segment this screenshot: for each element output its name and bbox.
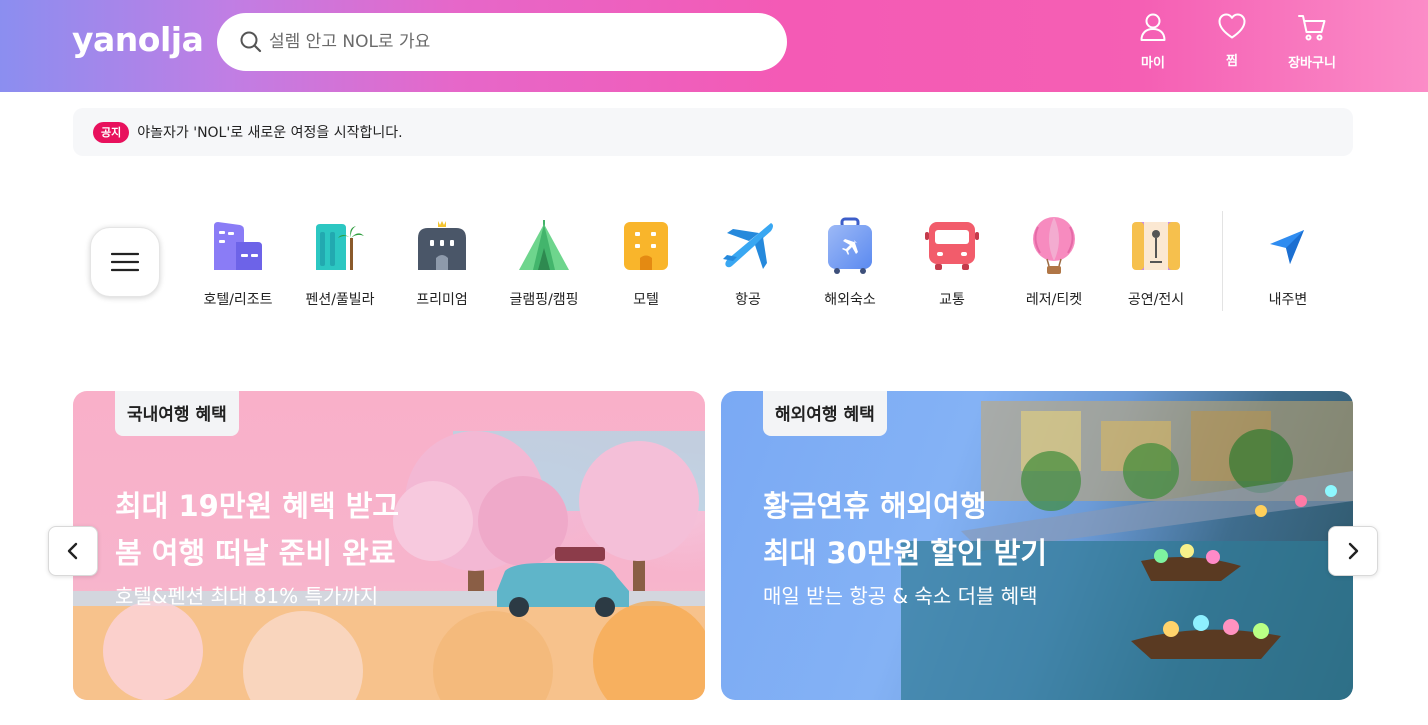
category-flight[interactable]: 항공: [698, 216, 798, 309]
banner-headline-line2: 최대 30만원 할인 받기: [763, 536, 1048, 570]
search-bar[interactable]: [217, 13, 787, 71]
pension-icon: [316, 224, 364, 270]
heart-icon: [1218, 13, 1246, 39]
location-arrow-icon: [1270, 230, 1304, 264]
bus-icon: [925, 222, 979, 270]
category-label: 내주변: [1268, 292, 1308, 308]
motel-icon: [624, 222, 668, 270]
category-label: 호텔/리조트: [203, 292, 273, 308]
wishlist-label: 찜: [1226, 54, 1238, 69]
banner-tag: 국내여행 혜택: [115, 391, 239, 436]
banner-headline: 황금연휴 해외여행 최대 30만원 할인 받기: [763, 483, 1047, 577]
category-hotel-resort[interactable]: 호텔/리조트: [188, 216, 288, 309]
user-icon: [1140, 13, 1166, 41]
cart-icon: [1298, 15, 1326, 41]
category-leisure-ticket[interactable]: 레저/티켓: [1004, 216, 1104, 309]
category-label: 교통: [939, 292, 965, 308]
category-premium[interactable]: 프리미엄: [392, 216, 492, 309]
category-glamping-camping[interactable]: 글램핑/캠핑: [494, 216, 594, 309]
hotel-icon: [214, 222, 262, 270]
banner-tag: 해외여행 혜택: [763, 391, 887, 436]
microphone-icon: [1132, 222, 1180, 270]
cart-label: 장바구니: [1288, 56, 1336, 71]
cart-button[interactable]: 장바구니: [1277, 12, 1347, 78]
category-label: 프리미엄: [416, 292, 468, 308]
category-performance-exhibition[interactable]: 공연/전시: [1106, 216, 1206, 309]
suitcase-icon: [828, 217, 872, 274]
category-label: 공연/전시: [1127, 292, 1185, 308]
category-nearby[interactable]: 내주변: [1238, 216, 1338, 309]
category-label: 펜션/풀빌라: [305, 292, 375, 308]
promo-banner-overseas[interactable]: 해외여행 혜택 황금연휴 해외여행 최대 30만원 할인 받기 매일 받는 항공…: [721, 391, 1353, 700]
hamburger-menu-icon: [111, 252, 139, 272]
category-divider: [1222, 211, 1223, 311]
my-page-label: 마이: [1141, 56, 1165, 71]
banner-subtitle: 호텔&펜션 최대 81% 특가까지: [115, 584, 379, 608]
my-page-button[interactable]: 마이: [1118, 12, 1188, 78]
yanolja-logo[interactable]: yanolja: [72, 20, 204, 59]
category-motel[interactable]: 모텔: [596, 216, 696, 309]
notice-badge: 공지: [93, 121, 130, 143]
chevron-right-icon: [1348, 542, 1359, 560]
all-menu-button[interactable]: [90, 227, 160, 297]
category-transport[interactable]: 교통: [902, 216, 1002, 309]
search-icon: [240, 31, 262, 53]
category-label: 해외숙소: [824, 292, 876, 308]
notice-text[interactable]: 야놀자가 'NOL'로 새로운 여정을 시작합니다.: [137, 122, 402, 142]
category-overseas-stay[interactable]: 해외숙소: [800, 216, 900, 309]
airplane-icon: [723, 223, 773, 269]
promo-banner-domestic[interactable]: 국내여행 혜택 최대 19만원 혜택 받고 봄 여행 떠날 준비 완료 호텔&펜…: [73, 391, 705, 700]
top-header: yanolja 마이 찜 장바구니: [0, 0, 1428, 92]
category-pension-poolvilla[interactable]: 펜션/풀빌라: [290, 216, 390, 309]
banner-headline-line1: 최대 19만원 혜택 받고: [115, 489, 400, 523]
search-input[interactable]: [269, 32, 749, 52]
balloon-icon: [1033, 217, 1075, 274]
banner-headline: 최대 19만원 혜택 받고 봄 여행 떠날 준비 완료: [115, 483, 399, 577]
wishlist-button[interactable]: 찜: [1197, 12, 1267, 78]
notice-bar[interactable]: 공지 야놀자가 'NOL'로 새로운 여정을 시작합니다.: [73, 108, 1353, 156]
carousel-next-button[interactable]: [1328, 526, 1378, 576]
category-label: 항공: [735, 292, 761, 308]
tent-icon: [519, 220, 569, 270]
banner-headline-line2: 봄 여행 떠날 준비 완료: [115, 536, 396, 570]
chevron-left-icon: [67, 542, 78, 560]
category-label: 레저/티켓: [1025, 292, 1083, 308]
carousel-prev-button[interactable]: [48, 526, 98, 576]
category-label: 글램핑/캠핑: [509, 292, 579, 308]
banner-subtitle: 매일 받는 항공 & 숙소 더블 혜택: [763, 584, 1038, 608]
banner-headline-line1: 황금연휴 해외여행: [763, 489, 987, 523]
premium-icon: [418, 221, 466, 270]
category-label: 모텔: [633, 292, 659, 308]
